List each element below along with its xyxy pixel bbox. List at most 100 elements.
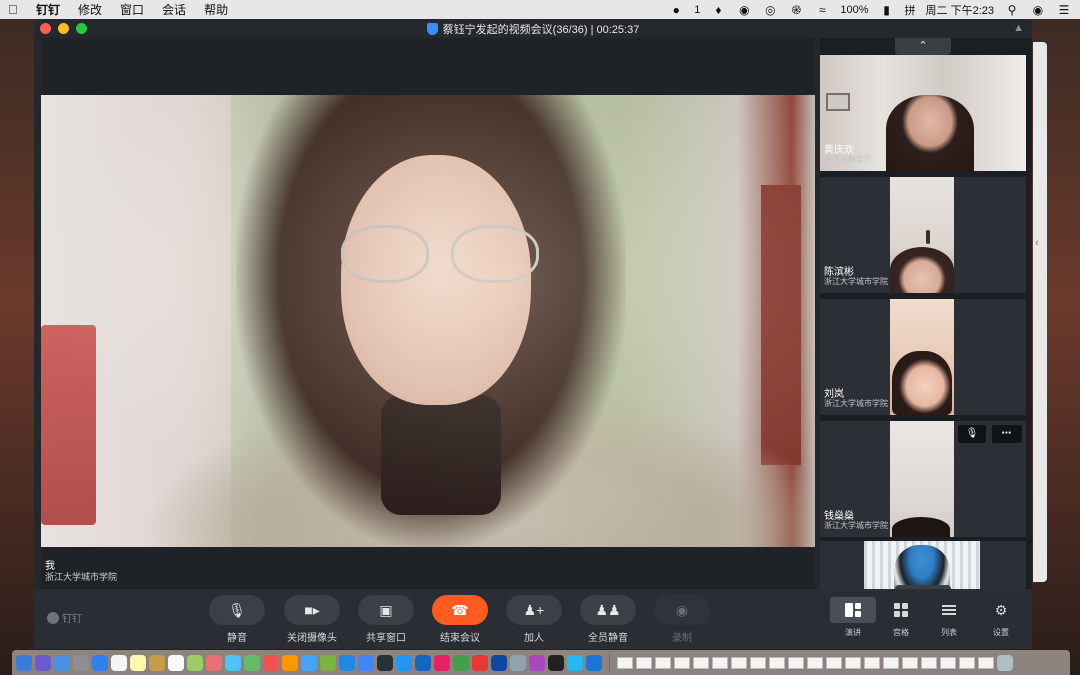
- minimized-window[interactable]: [617, 656, 633, 669]
- minimized-window[interactable]: [883, 656, 899, 669]
- browser-icon[interactable]: [529, 654, 545, 671]
- siri-icon[interactable]: ◉: [1030, 3, 1046, 17]
- calendar-icon[interactable]: [111, 654, 127, 671]
- minimized-window[interactable]: [731, 656, 747, 669]
- minimized-window[interactable]: [655, 656, 671, 669]
- participant-tile[interactable]: 陈滨彬 浙江大学城市学院: [820, 177, 1026, 293]
- reminders-icon[interactable]: [168, 654, 184, 671]
- preview-icon[interactable]: [510, 654, 526, 671]
- end-meeting-button[interactable]: ☎ 结束会议: [432, 595, 488, 644]
- minimized-window[interactable]: [902, 656, 918, 669]
- menu-edit[interactable]: 修改: [69, 1, 111, 18]
- camera-toggle-button[interactable]: ■▸ 关闭摄像头: [284, 595, 340, 644]
- minimized-window[interactable]: [959, 656, 975, 669]
- music-icon[interactable]: [263, 654, 279, 671]
- notification-app-icon[interactable]: ●: [668, 3, 684, 17]
- wechat-icon[interactable]: ◉: [736, 3, 752, 17]
- tile-more-icon[interactable]: ⋯: [992, 425, 1022, 443]
- pin-icon[interactable]: ▲: [1013, 22, 1024, 34]
- main-stage: 我 浙江大学城市学院: [41, 38, 815, 603]
- participant-person: [892, 351, 952, 415]
- scroll-up-button[interactable]: ⌃: [895, 38, 951, 55]
- photos-icon[interactable]: [206, 654, 222, 671]
- shield-app-icon[interactable]: [586, 654, 602, 671]
- minimized-window[interactable]: [864, 656, 880, 669]
- app-store-icon[interactable]: [301, 654, 317, 671]
- minimized-window[interactable]: [845, 656, 861, 669]
- spreadsheet-icon[interactable]: [453, 654, 469, 671]
- notification-center-icon[interactable]: ☰: [1056, 3, 1072, 17]
- minimize-window-button[interactable]: [58, 23, 69, 34]
- books-icon[interactable]: [282, 654, 298, 671]
- gallery-view-icon: [894, 603, 908, 617]
- menu-help[interactable]: 帮助: [195, 1, 237, 18]
- terminal-icon[interactable]: [377, 654, 393, 671]
- tile-mic-icon[interactable]: 🎙: [958, 425, 986, 443]
- menu-conversation[interactable]: 会话: [153, 1, 195, 18]
- close-window-button[interactable]: [40, 23, 51, 34]
- search-icon[interactable]: ⚲: [1004, 3, 1020, 17]
- word-icon[interactable]: [339, 654, 355, 671]
- chrome-icon[interactable]: [358, 654, 374, 671]
- dingtalk-logo-icon: [47, 611, 59, 624]
- battery-icon[interactable]: ▮: [879, 3, 895, 17]
- menu-app-name[interactable]: 钉钉: [30, 1, 69, 18]
- settings-button[interactable]: ⚙ 设置: [978, 597, 1024, 638]
- photoshop-icon[interactable]: [491, 654, 507, 671]
- minimized-window[interactable]: [712, 656, 728, 669]
- minimized-window[interactable]: [978, 656, 994, 669]
- launchpad-icon[interactable]: [54, 654, 70, 671]
- mute-all-button[interactable]: ♟♟ 全员静音: [580, 595, 636, 644]
- maximize-window-button[interactable]: [76, 23, 87, 34]
- participant-tile[interactable]: 刘岚 浙江大学城市学院: [820, 299, 1026, 415]
- docs-icon[interactable]: [415, 654, 431, 671]
- finder-icon[interactable]: [16, 654, 32, 671]
- notes-icon[interactable]: [130, 654, 146, 671]
- contacts-icon[interactable]: [149, 654, 165, 671]
- speaker-view-label: 演讲: [845, 628, 861, 637]
- rocket-icon[interactable]: [73, 654, 89, 671]
- mute-button[interactable]: 🎙 静音: [209, 595, 265, 644]
- input-method[interactable]: 拼: [905, 2, 916, 18]
- speaker-view-button[interactable]: 演讲: [830, 597, 876, 638]
- maps-icon[interactable]: [187, 654, 203, 671]
- wechat-dock-icon[interactable]: [320, 654, 336, 671]
- minimized-window[interactable]: [826, 656, 842, 669]
- facetime-icon[interactable]: [244, 654, 260, 671]
- mute-label: 静音: [227, 633, 247, 644]
- presentation-icon[interactable]: [472, 654, 488, 671]
- bluetooth-icon[interactable]: ֎: [788, 1, 804, 18]
- edge-icon[interactable]: [567, 654, 583, 671]
- minimized-window[interactable]: [807, 656, 823, 669]
- gallery-view-button[interactable]: 宫格: [878, 597, 924, 638]
- participant-tile[interactable]: 黄庆欢 浙江省教育厅: [820, 55, 1026, 171]
- qq-icon[interactable]: [548, 654, 564, 671]
- minimized-window[interactable]: [693, 656, 709, 669]
- minimized-window[interactable]: [921, 656, 937, 669]
- apple-icon[interactable]: : [8, 2, 30, 17]
- microphone-icon: 🎙: [209, 595, 265, 625]
- clock[interactable]: 周二 下午2:23: [926, 2, 994, 18]
- list-view-button[interactable]: 列表: [926, 597, 972, 638]
- minimized-window[interactable]: [674, 656, 690, 669]
- bell-icon[interactable]: ♦: [710, 3, 726, 17]
- minimized-window[interactable]: [636, 656, 652, 669]
- minimized-window[interactable]: [769, 656, 785, 669]
- safari-icon[interactable]: [92, 654, 108, 671]
- minimized-window[interactable]: [750, 656, 766, 669]
- minimized-window[interactable]: [940, 656, 956, 669]
- photo-editor-icon[interactable]: [434, 654, 450, 671]
- add-person-button[interactable]: ♟+ 加人: [506, 595, 562, 644]
- messages-icon[interactable]: [225, 654, 241, 671]
- trash-icon[interactable]: [997, 654, 1013, 671]
- main-video[interactable]: [41, 95, 815, 547]
- dingtalk-dock-icon[interactable]: [396, 654, 412, 671]
- wifi-icon[interactable]: ≈: [814, 3, 830, 17]
- participant-tile[interactable]: 🎙 ⋯ 钱燊燊 浙江大学城市学院: [820, 421, 1026, 537]
- menu-window[interactable]: 窗口: [111, 1, 153, 18]
- share-window-button[interactable]: ▣ 共享窗口: [358, 595, 414, 644]
- minimized-window[interactable]: [788, 656, 804, 669]
- weibo-icon[interactable]: ◎: [762, 3, 778, 17]
- siri-dock-icon[interactable]: [35, 654, 51, 671]
- record-button[interactable]: ◉ 录制: [654, 595, 710, 644]
